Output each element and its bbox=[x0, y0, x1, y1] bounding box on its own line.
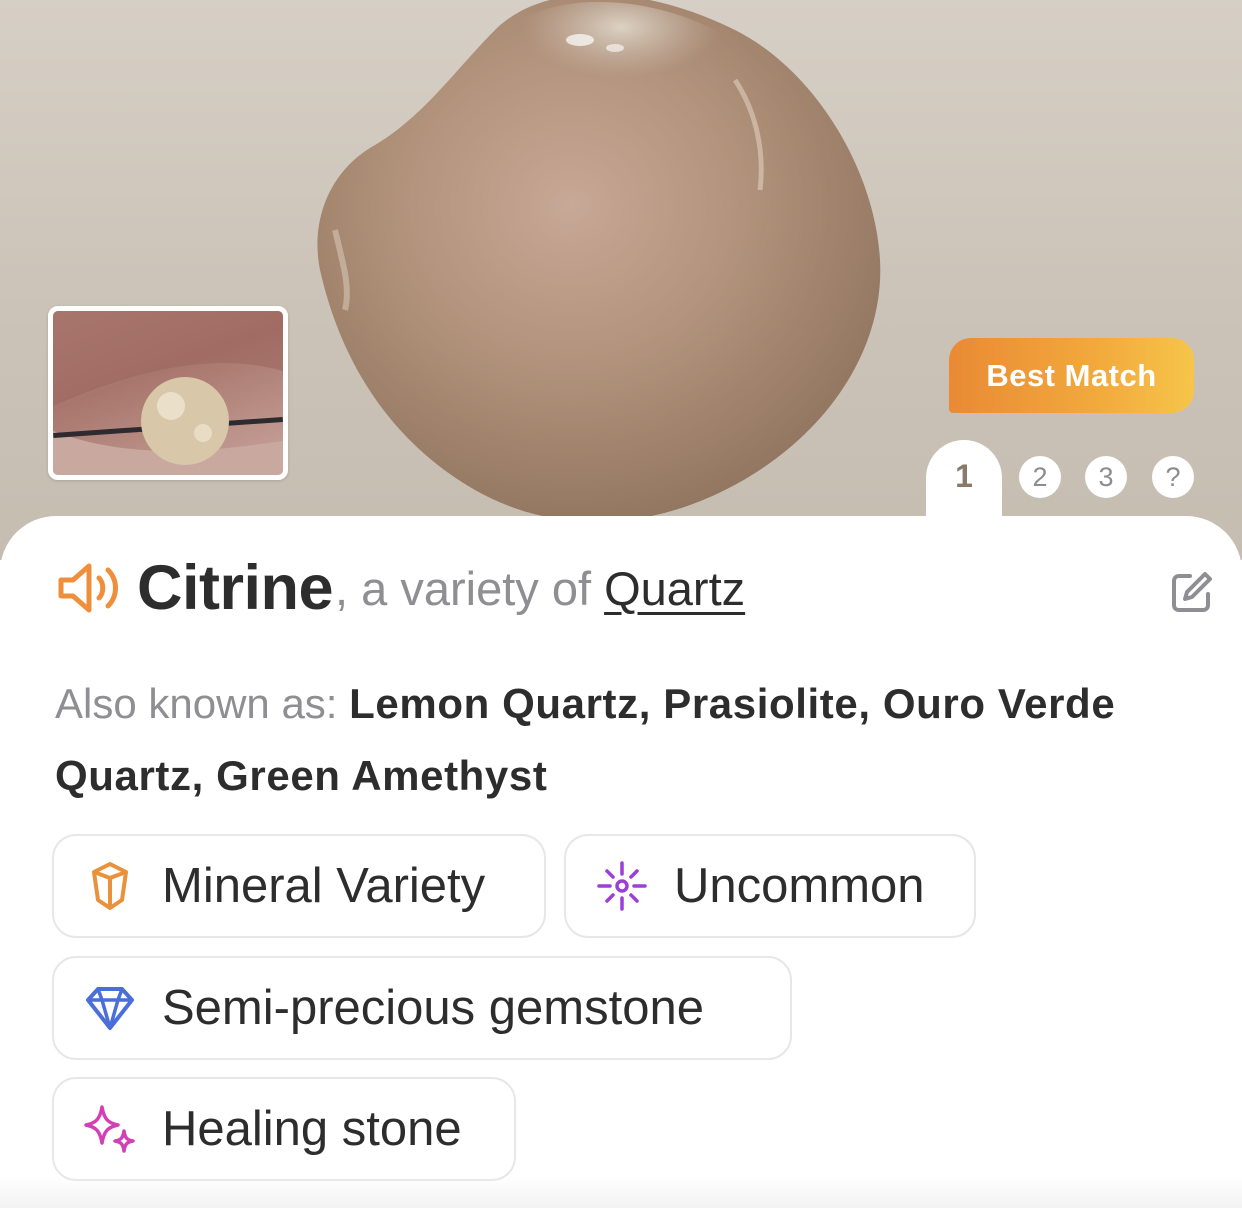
pager-item-unknown[interactable]: ? bbox=[1152, 456, 1194, 498]
sparkles-icon bbox=[84, 1105, 135, 1153]
sparkle-burst-icon bbox=[597, 861, 647, 911]
tag-semi-precious-gemstone[interactable]: Semi-precious gemstone bbox=[52, 956, 792, 1060]
tag-mineral-variety[interactable]: Mineral Variety bbox=[52, 834, 546, 938]
scroll-fade bbox=[0, 1176, 1242, 1208]
crystal-icon bbox=[92, 862, 128, 910]
parent-mineral-link[interactable]: Quartz bbox=[604, 561, 745, 616]
tag-label: Mineral Variety bbox=[162, 859, 486, 913]
also-known-as: Also known as: Lemon Quartz, Prasiolite,… bbox=[55, 668, 1195, 812]
variety-prefix-text: , a variety of bbox=[335, 561, 605, 615]
tag-uncommon[interactable]: Uncommon bbox=[564, 834, 976, 938]
tag-label: Uncommon bbox=[674, 859, 925, 913]
speaker-icon[interactable] bbox=[55, 558, 123, 618]
specimen-name: Citrine bbox=[137, 553, 334, 623]
tag-label: Semi-precious gemstone bbox=[162, 981, 704, 1035]
diamond-icon bbox=[86, 987, 134, 1030]
edit-icon[interactable] bbox=[1170, 570, 1214, 614]
pager-item-3[interactable]: 3 bbox=[1085, 456, 1127, 498]
tag-healing-stone[interactable]: Healing stone bbox=[52, 1077, 516, 1181]
result-title-row: Citrine , a variety of Quartz bbox=[55, 548, 1185, 628]
tag-label: Healing stone bbox=[162, 1102, 462, 1156]
best-match-badge: Best Match bbox=[949, 338, 1194, 413]
also-known-as-label: Also known as: bbox=[55, 680, 350, 727]
pager-item-2[interactable]: 2 bbox=[1019, 456, 1061, 498]
result-card: Citrine , a variety of Quartz Also known… bbox=[0, 516, 1242, 1208]
